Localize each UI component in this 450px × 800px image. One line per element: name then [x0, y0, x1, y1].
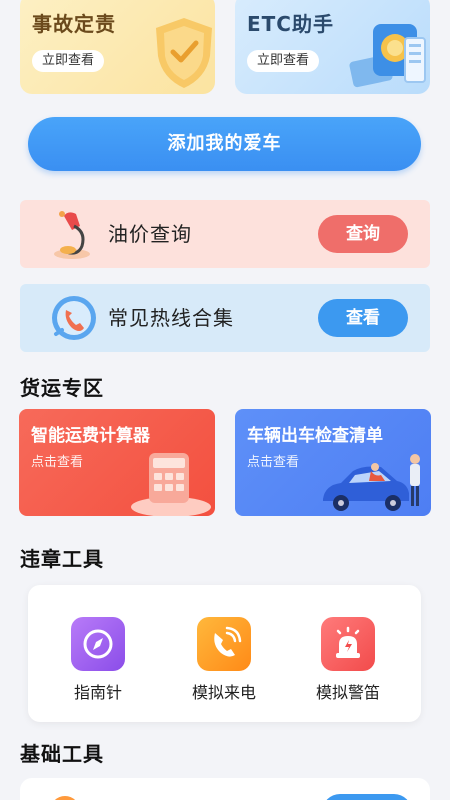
violation-section-title: 违章工具: [20, 547, 104, 571]
hotline-label: 常见热线合集: [108, 306, 234, 330]
fuel-nozzle-icon: [54, 211, 90, 259]
add-car-button[interactable]: 添加我的爱车: [28, 117, 421, 171]
freight-calculator-title: 智能运费计算器: [31, 426, 150, 446]
etc-card-title: ETC助手: [247, 12, 334, 36]
basic-tool-button[interactable]: [322, 794, 412, 800]
oil-price-label: 油价查询: [108, 222, 192, 246]
phone-bubble-icon: [52, 296, 96, 340]
calculator-icon: [131, 453, 211, 516]
hotline-row[interactable]: 常见热线合集 查看: [20, 284, 430, 352]
tool-fake-call-label: 模拟来电: [191, 683, 256, 702]
siren-icon: [321, 617, 375, 671]
basic-tool-icon: [50, 796, 80, 800]
oil-query-button[interactable]: 查询: [318, 215, 408, 253]
etc-view-button[interactable]: 立即查看: [247, 50, 320, 72]
shield-icon: [156, 18, 212, 88]
oil-price-row[interactable]: 油价查询 查询: [20, 200, 430, 268]
tool-siren[interactable]: 模拟警笛: [298, 617, 398, 703]
hotline-view-button[interactable]: 查看: [318, 299, 408, 337]
tool-compass-label: 指南针: [73, 683, 122, 702]
vehicle-checklist-card[interactable]: 车辆出车检查清单 点击查看: [235, 409, 431, 516]
freight-calculator-subtitle: 点击查看: [31, 455, 84, 470]
tool-fake-call[interactable]: 模拟来电: [174, 617, 274, 703]
basic-tools-card[interactable]: [20, 778, 430, 800]
tool-siren-label: 模拟警笛: [315, 683, 380, 702]
etc-card-icon: [349, 24, 426, 88]
vehicle-checklist-subtitle: 点击查看: [247, 455, 300, 470]
freight-section-title: 货运专区: [20, 376, 104, 400]
accident-card-title: 事故定责: [32, 12, 116, 36]
accident-card[interactable]: 事故定责 立即查看: [20, 0, 215, 94]
vehicle-checklist-title: 车辆出车检查清单: [247, 426, 383, 446]
basic-section-title: 基础工具: [20, 742, 104, 766]
compass-icon: [71, 617, 125, 671]
violation-tools-panel: 指南针 模拟来电 模拟警笛: [28, 585, 421, 722]
phone-icon: [197, 617, 251, 671]
accident-view-button[interactable]: 立即查看: [32, 50, 105, 72]
tool-compass[interactable]: 指南针: [48, 617, 148, 703]
etc-card[interactable]: ETC助手 立即查看: [235, 0, 430, 94]
car-inspection-icon: [323, 454, 420, 511]
freight-calculator-card[interactable]: 智能运费计算器 点击查看: [19, 409, 215, 516]
